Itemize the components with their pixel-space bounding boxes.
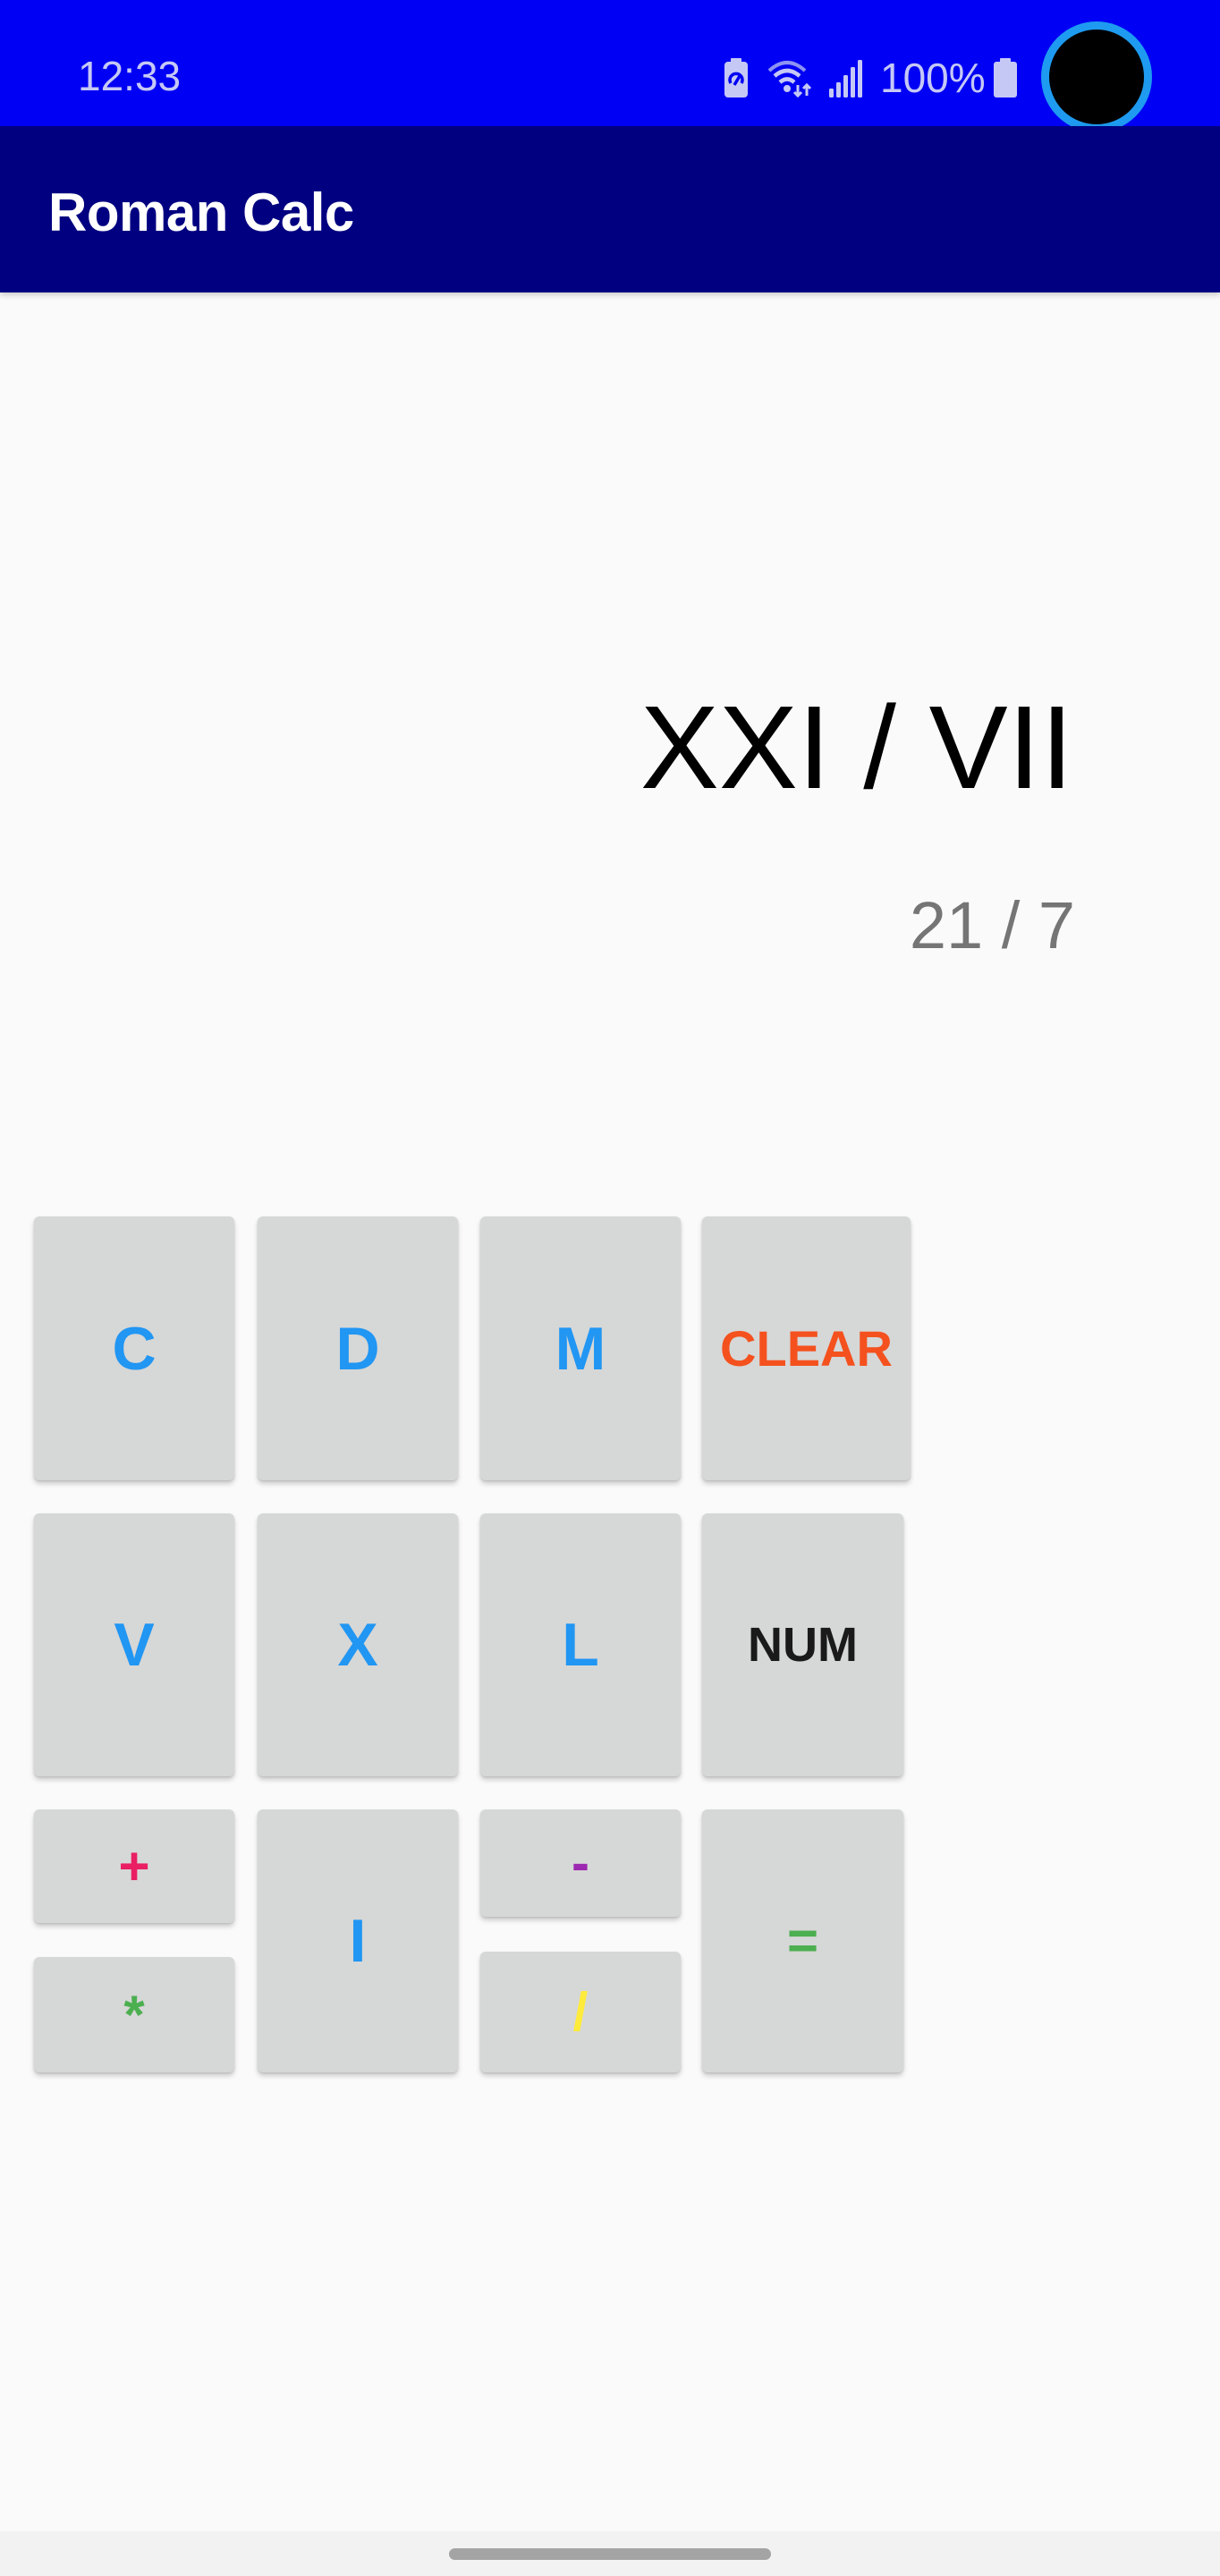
clear-button-label: CLEAR — [720, 1319, 893, 1377]
roman-expression-display: XXI / VII — [640, 682, 1073, 813]
key-m-label: M — [555, 1314, 606, 1383]
camera-cutout — [1041, 21, 1152, 132]
app-title: Roman Calc — [48, 182, 354, 242]
clear-button[interactable]: CLEAR — [702, 1216, 911, 1480]
key-c[interactable]: C — [34, 1216, 234, 1480]
num-toggle-button[interactable]: NUM — [702, 1513, 903, 1776]
key-x[interactable]: X — [258, 1513, 458, 1776]
minus-button[interactable]: - — [480, 1809, 681, 1917]
key-v[interactable]: V — [34, 1513, 234, 1776]
wifi-icon — [766, 58, 812, 97]
key-l[interactable]: L — [480, 1513, 681, 1776]
key-d-label: D — [335, 1314, 380, 1383]
equals-label: = — [786, 1911, 819, 1970]
cellular-signal-icon — [828, 58, 862, 97]
key-v-label: V — [114, 1611, 155, 1679]
status-bar: 12:33 100% — [0, 0, 1220, 132]
plus-label: + — [118, 1835, 150, 1896]
key-i[interactable]: I — [258, 1809, 458, 2072]
numeric-expression-display: 21 / 7 — [909, 888, 1075, 962]
key-d[interactable]: D — [258, 1216, 458, 1480]
key-l-label: L — [562, 1611, 599, 1679]
navigation-bar — [0, 2531, 1220, 2576]
equals-button[interactable]: = — [702, 1809, 903, 2072]
divide-button[interactable]: / — [480, 1952, 681, 2072]
home-gesture-handle[interactable] — [449, 2548, 771, 2560]
app-toolbar: Roman Calc — [0, 126, 1220, 292]
plus-button[interactable]: + — [34, 1809, 234, 1923]
status-icons: 100% — [723, 55, 1018, 101]
multiply-label: * — [123, 1984, 145, 2045]
status-time: 12:33 — [78, 53, 182, 99]
key-x-label: X — [337, 1611, 378, 1679]
key-i-label: I — [349, 1907, 367, 1975]
battery-saver-icon — [723, 58, 750, 97]
divide-label: / — [572, 1981, 589, 2042]
num-toggle-label: NUM — [748, 1618, 858, 1672]
multiply-button[interactable]: * — [34, 1957, 234, 2072]
minus-label: - — [572, 1833, 589, 1893]
key-m[interactable]: M — [480, 1216, 681, 1480]
key-c-label: C — [112, 1314, 157, 1383]
battery-percent: 100% — [880, 55, 986, 101]
battery-icon — [993, 58, 1018, 97]
